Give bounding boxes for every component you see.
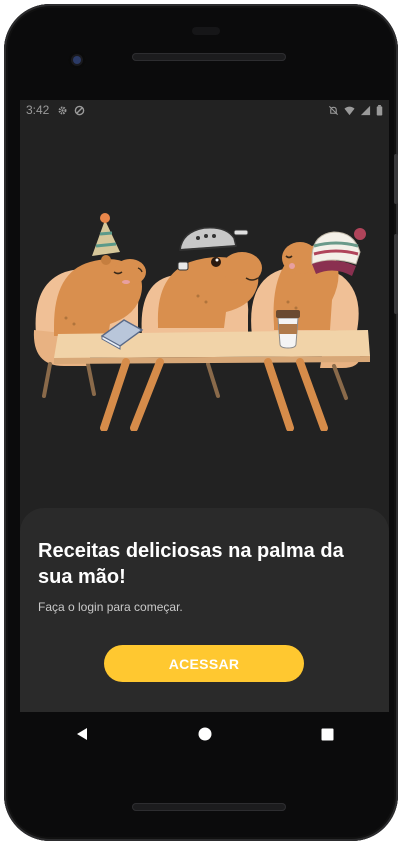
top-speaker-grille: [132, 53, 286, 61]
wifi-icon: [344, 106, 355, 115]
recents-square-icon: [321, 728, 334, 740]
data-saver-icon: [75, 105, 85, 115]
home-circle-icon: [198, 727, 211, 741]
onboarding-sheet: Receitas deliciosas na palma da sua mão!…: [20, 508, 389, 712]
front-camera: [68, 51, 86, 69]
back-triangle-icon: [76, 728, 87, 740]
status-time: 3:42: [26, 103, 50, 117]
nav-home-button[interactable]: [187, 716, 223, 752]
capybaras-at-table-illustration: [33, 213, 370, 431]
notifications-off-icon: [328, 105, 339, 115]
settings-gear-icon: [58, 106, 67, 114]
power-button: [394, 234, 398, 314]
bottom-speaker-grille: [132, 803, 286, 811]
nav-recents-button[interactable]: [310, 716, 346, 752]
access-button[interactable]: ACESSAR: [104, 645, 304, 682]
cell-signal-icon: [360, 105, 371, 115]
onboarding-subtitle: Faça o login para começar.: [38, 600, 183, 614]
onboarding-title: Receitas deliciosas na palma da sua mão!: [38, 540, 344, 588]
coffee-cup-icon: [276, 310, 300, 349]
battery-icon: [376, 104, 383, 116]
android-navigation-bar: [20, 712, 389, 756]
beanie-hat-icon: [311, 228, 366, 276]
app-screen: 3:42 Receitas deliciosas na palma da sua…: [20, 100, 389, 712]
volume-button: [394, 154, 398, 204]
earpiece: [192, 27, 220, 35]
nav-back-button[interactable]: [64, 716, 100, 752]
status-bar: 3:42: [20, 100, 389, 120]
party-hat-icon: [92, 213, 120, 256]
